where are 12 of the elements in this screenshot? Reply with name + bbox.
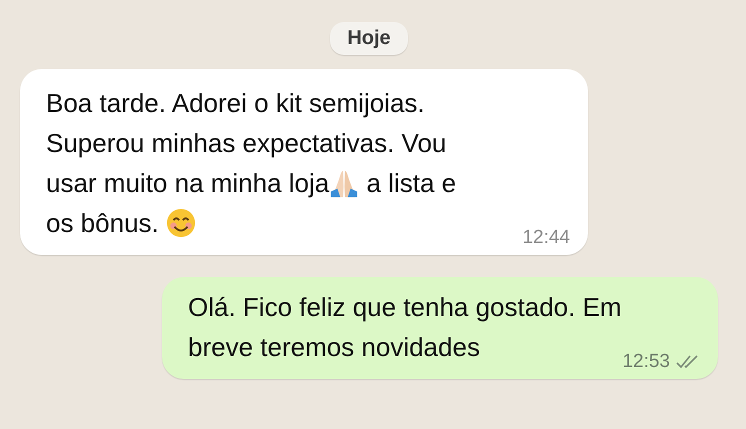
message-text: Boa tarde. Adorei o kit semijoias. [46,88,425,118]
message-text: Superou minhas expectativas. Vou [46,128,446,158]
message-text: breve teremos novidades [188,332,480,362]
message-text: os bônus. [46,208,160,238]
praying-hands-icon [329,168,360,198]
message-text: Olá. Fico feliz que tenha gostado. Em [188,292,622,322]
message-text: usar muito na minha loja [46,168,330,198]
message-time: 12:53 [622,351,670,373]
smiling-face-icon [166,208,196,238]
date-chip: Hoje [330,22,408,55]
message-time: 12:44 [522,227,570,249]
message-text: a lista e [365,168,456,198]
